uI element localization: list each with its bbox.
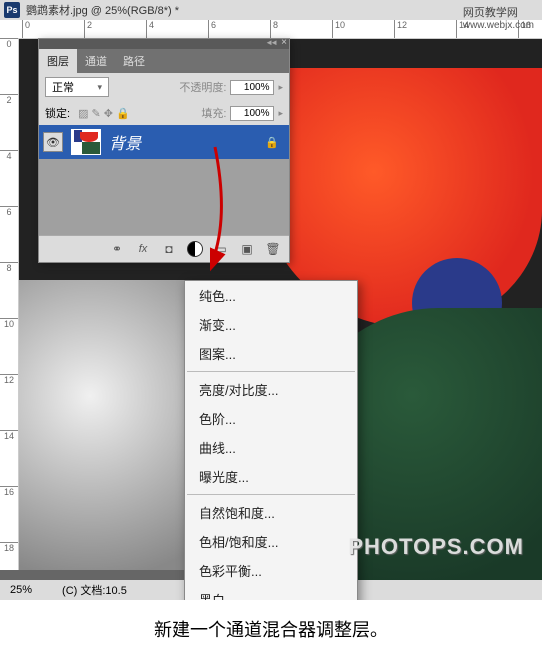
blend-mode-select[interactable]: 正常 — [45, 77, 109, 97]
document-tab-bar: Ps 鹦鹉素材.jpg @ 25%(RGB/8*) * — [0, 0, 542, 20]
fill-value[interactable]: 100% — [230, 106, 274, 121]
document-info: 文档:10.5 — [80, 585, 126, 597]
lock-label: 锁定: — [45, 105, 70, 121]
tab-layers[interactable]: 图层 — [39, 49, 77, 73]
menu-item[interactable]: 曲线... — [185, 433, 357, 462]
menu-item[interactable]: 黑白... — [185, 585, 357, 600]
adjustment-layer-icon[interactable] — [187, 241, 203, 257]
fill-label: 填充: — [201, 105, 226, 121]
horizontal-ruler: 0246810121416 — [0, 20, 542, 39]
tab-paths[interactable]: 路径 — [115, 49, 153, 73]
opacity-label: 不透明度: — [179, 79, 226, 95]
annotation-arrow — [210, 142, 300, 287]
watermark-top: 网页教学网 www.webjx.com — [463, 4, 534, 31]
menu-item[interactable]: 自然饱和度... — [185, 498, 357, 527]
instruction-caption: 新建一个通道混合器调整层。 — [0, 600, 542, 658]
layer-thumbnail[interactable] — [71, 129, 101, 155]
menu-item[interactable]: 曝光度... — [185, 462, 357, 491]
panel-header[interactable]: × — [39, 39, 289, 49]
mask-icon[interactable]: ◘ — [161, 241, 177, 257]
menu-item[interactable]: 色彩平衡... — [185, 556, 357, 585]
layer-name: 背景 — [109, 130, 141, 154]
adjustment-dropdown: 纯色...渐变...图案... 亮度/对比度...色阶...曲线...曝光度...… — [184, 280, 358, 600]
menu-item[interactable]: 纯色... — [185, 281, 357, 310]
fx-icon[interactable]: fx — [135, 241, 151, 257]
menu-item[interactable]: 渐变... — [185, 310, 357, 339]
chevron-right-icon[interactable]: ▸ — [278, 82, 283, 93]
lock-buttons[interactable]: ▨ ✎ ✥ 🔒 — [74, 107, 130, 120]
visibility-icon[interactable]: 👁 — [43, 132, 63, 152]
tab-channels[interactable]: 通道 — [77, 49, 115, 73]
link-icon[interactable]: ⚭ — [109, 241, 125, 257]
menu-item[interactable]: 色相/饱和度... — [185, 527, 357, 556]
watermark-bottom: PHOTOPS.COM — [348, 534, 524, 560]
vertical-ruler: 024681012141618 — [0, 38, 19, 570]
opacity-value[interactable]: 100% — [230, 80, 274, 95]
menu-item[interactable]: 色阶... — [185, 404, 357, 433]
menu-item[interactable]: 亮度/对比度... — [185, 375, 357, 404]
zoom-level[interactable]: 25% — [10, 584, 32, 596]
chevron-right-icon[interactable]: ▸ — [278, 108, 283, 119]
menu-item[interactable]: 图案... — [185, 339, 357, 368]
app-icon: Ps — [4, 2, 20, 18]
document-title: 鹦鹉素材.jpg @ 25%(RGB/8*) * — [26, 2, 179, 18]
